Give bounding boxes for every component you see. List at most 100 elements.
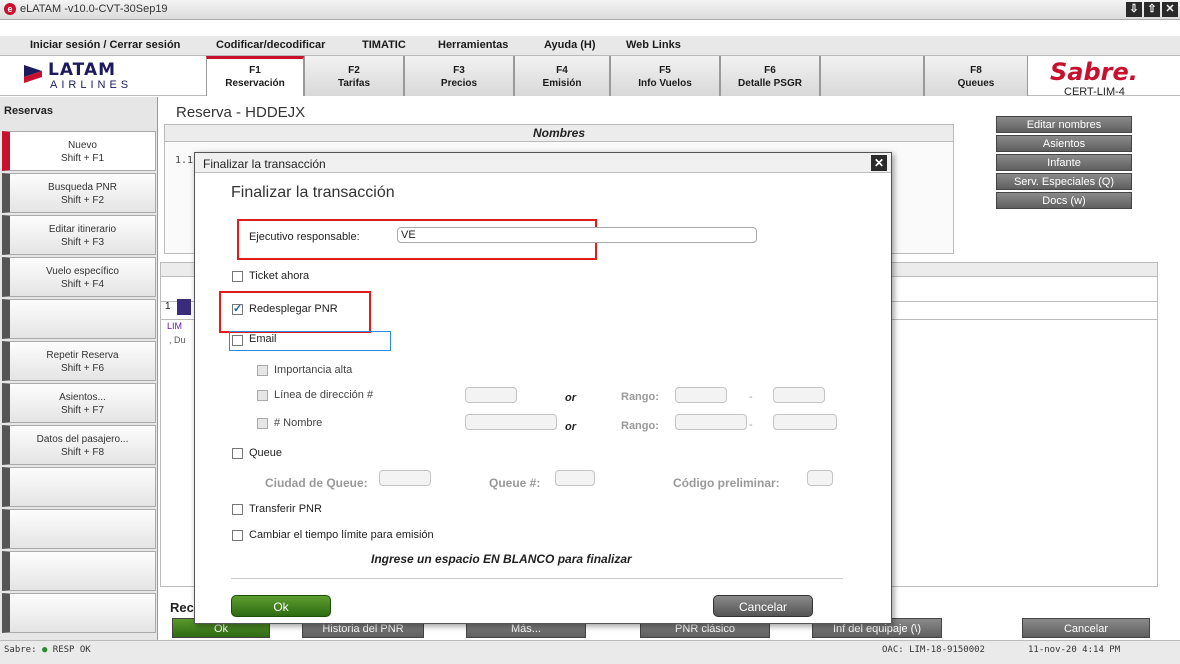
codigo-preliminar-input[interactable] (807, 470, 833, 486)
queue-number-input[interactable] (555, 470, 595, 486)
rango-dash-linea: - (749, 391, 753, 403)
ciudad-queue-input[interactable] (379, 470, 431, 486)
latam-logo: LATAM AIRLINES (22, 60, 162, 94)
fkey-label: Reservación (225, 78, 285, 89)
sabre-logo: Sabre. (1050, 58, 1138, 86)
sidebar-title: Reservas (4, 105, 53, 117)
linea-checkbox[interactable] (257, 390, 268, 401)
bottom-section-title: Rec (170, 600, 194, 615)
or-label-linea: or (565, 392, 576, 404)
status-text: RESP OK (52, 645, 91, 655)
asientos-button[interactable]: Asientos (996, 135, 1132, 152)
linea-label: Línea de dirección # (274, 389, 374, 401)
dialog-window-title: Finalizar la transacción (203, 157, 326, 171)
menu-web-links[interactable]: Web Links (626, 39, 681, 51)
nombre-input[interactable] (465, 414, 557, 430)
queue-label: Queue (249, 447, 283, 459)
fkey-label: Tarifas (337, 78, 371, 89)
fkey-label: Emisión (542, 78, 582, 89)
rango-to-nombre[interactable] (773, 414, 837, 430)
airline-logo-icon (177, 299, 191, 315)
sidebar-item-datos-pasajero[interactable]: Datos del pasajero... Shift + F8 (2, 425, 156, 465)
transferir-checkbox[interactable] (232, 504, 243, 515)
sidebar-item-editar-itinerario[interactable]: Editar itinerario Shift + F3 (2, 215, 156, 255)
segment-number: 1 (165, 301, 171, 312)
fkey-code: F5 (659, 65, 671, 76)
nombre-checkbox[interactable] (257, 418, 268, 429)
menu-login[interactable]: Iniciar sesión / Cerrar sesión (30, 39, 180, 51)
menu-herramientas[interactable]: Herramientas (438, 39, 508, 51)
status-timestamp: 11-nov-20 4:14 PM (1028, 645, 1121, 655)
redesplegar-checkbox[interactable] (232, 302, 243, 315)
dialog-heading: Finalizar la transacción (231, 184, 395, 201)
window-titlebar: e eLATAM -v10.0-CVT-30Sep19 ⇩ ⇧ ✕ (0, 0, 1180, 20)
tab-f3-precios[interactable]: F3 Precios (404, 56, 514, 96)
sidebar-item-nuevo[interactable]: Nuevo Shift + F1 (2, 131, 156, 171)
sidebar-item-label: Datos del pasajero... (36, 434, 129, 445)
status-bar: Sabre: ● RESP OK OAC: LIM-18-9150002 11-… (0, 640, 1180, 664)
sidebar-item-label: Repetir Reserva (46, 350, 119, 361)
sidebar-item-shortcut: Shift + F8 (60, 447, 105, 458)
transferir-label: Transferir PNR (249, 503, 322, 515)
rango-label-nombre: Rango: (621, 420, 659, 432)
tab-f5-info-vuelos[interactable]: F5 Info Vuelos (610, 56, 720, 96)
fkey-code: F8 (970, 65, 982, 76)
sidebar-item-empty-4[interactable] (2, 551, 156, 591)
rango-from-nombre[interactable] (675, 414, 747, 430)
sidebar-item-empty-3[interactable] (2, 509, 156, 549)
close-icon[interactable]: ✕ (871, 155, 887, 171)
sidebar-item-label: Asientos... (59, 392, 106, 403)
sidebar-item-asientos[interactable]: Asientos... Shift + F7 (2, 383, 156, 423)
ciudad-queue-label: Ciudad de Queue: (265, 476, 368, 490)
email-checkbox[interactable] (232, 335, 243, 346)
sidebar-item-repetir-reserva[interactable]: Repetir Reserva Shift + F6 (2, 341, 156, 381)
status-connection: Sabre: ● RESP OK (4, 645, 91, 655)
serv-especiales-button[interactable]: Serv. Especiales (Q) (996, 173, 1132, 190)
close-window-icon[interactable]: ✕ (1162, 2, 1178, 17)
sidebar-item-busqueda-pnr[interactable]: Busqueda PNR Shift + F2 (2, 173, 156, 213)
sidebar-item-empty-2[interactable] (2, 467, 156, 507)
ejecutivo-input[interactable]: VE (397, 227, 757, 243)
menu-codificar[interactable]: Codificar/decodificar (216, 39, 325, 51)
menu-timatic[interactable]: TIMATIC (362, 39, 406, 51)
segment-origin: LIM (167, 321, 183, 331)
name-actions: Editar nombres Asientos Infante Serv. Es… (996, 116, 1132, 211)
menu-ayuda[interactable]: Ayuda (H) (544, 39, 596, 51)
sidebar-item-empty-5[interactable] (2, 593, 156, 633)
name-row-number: 1.1 (175, 155, 194, 166)
importancia-checkbox[interactable] (257, 365, 268, 376)
tab-f7-empty[interactable] (820, 56, 924, 96)
rango-to-linea[interactable] (773, 387, 825, 403)
tab-f4-emision[interactable]: F4 Emisión (514, 56, 610, 96)
fkey-code: F2 (348, 65, 360, 76)
tab-f1-reservacion[interactable]: F1 Reservación (206, 56, 304, 96)
tab-f6-detalle-psgr[interactable]: F6 Detalle PSGR (720, 56, 820, 96)
ticket-ahora-checkbox[interactable] (232, 271, 243, 282)
cambiar-tiempo-checkbox[interactable] (232, 530, 243, 541)
ejecutivo-label: Ejecutivo responsable: (249, 231, 360, 243)
sidebar-item-label: Nuevo (68, 140, 97, 151)
fkey-label: Precios (440, 78, 478, 89)
linea-input[interactable] (465, 387, 517, 403)
latam-mark-icon (24, 65, 42, 83)
dialog-ok-button[interactable]: Ok (231, 595, 331, 617)
rango-from-linea[interactable] (675, 387, 727, 403)
app-logo-icon: e (4, 3, 16, 15)
sidebar-item-shortcut: Shift + F3 (60, 237, 105, 248)
infante-button[interactable]: Infante (996, 154, 1132, 171)
tab-f2-tarifas[interactable]: F2 Tarifas (304, 56, 404, 96)
minimize-icon[interactable]: ⇩ (1126, 2, 1142, 17)
docs-button[interactable]: Docs (w) (996, 192, 1132, 209)
redesplegar-label: Redesplegar PNR (249, 303, 338, 315)
logo-airlines-text: AIRLINES (50, 79, 133, 91)
dialog-cancel-button[interactable]: Cancelar (713, 595, 813, 617)
cambiar-tiempo-label: Cambiar el tiempo límite para emisión (249, 529, 434, 541)
queue-checkbox[interactable] (232, 448, 243, 459)
sidebar-item-empty-1[interactable] (2, 299, 156, 339)
editar-nombres-button[interactable]: Editar nombres (996, 116, 1132, 133)
sidebar-item-vuelo-especifico[interactable]: Vuelo específico Shift + F4 (2, 257, 156, 297)
tab-f8-queues[interactable]: F8 Queues (924, 56, 1028, 96)
maximize-icon[interactable]: ⇧ (1144, 2, 1160, 17)
dialog-titlebar: Finalizar la transacción ✕ (195, 153, 891, 173)
cancelar-button[interactable]: Cancelar (1022, 618, 1150, 638)
